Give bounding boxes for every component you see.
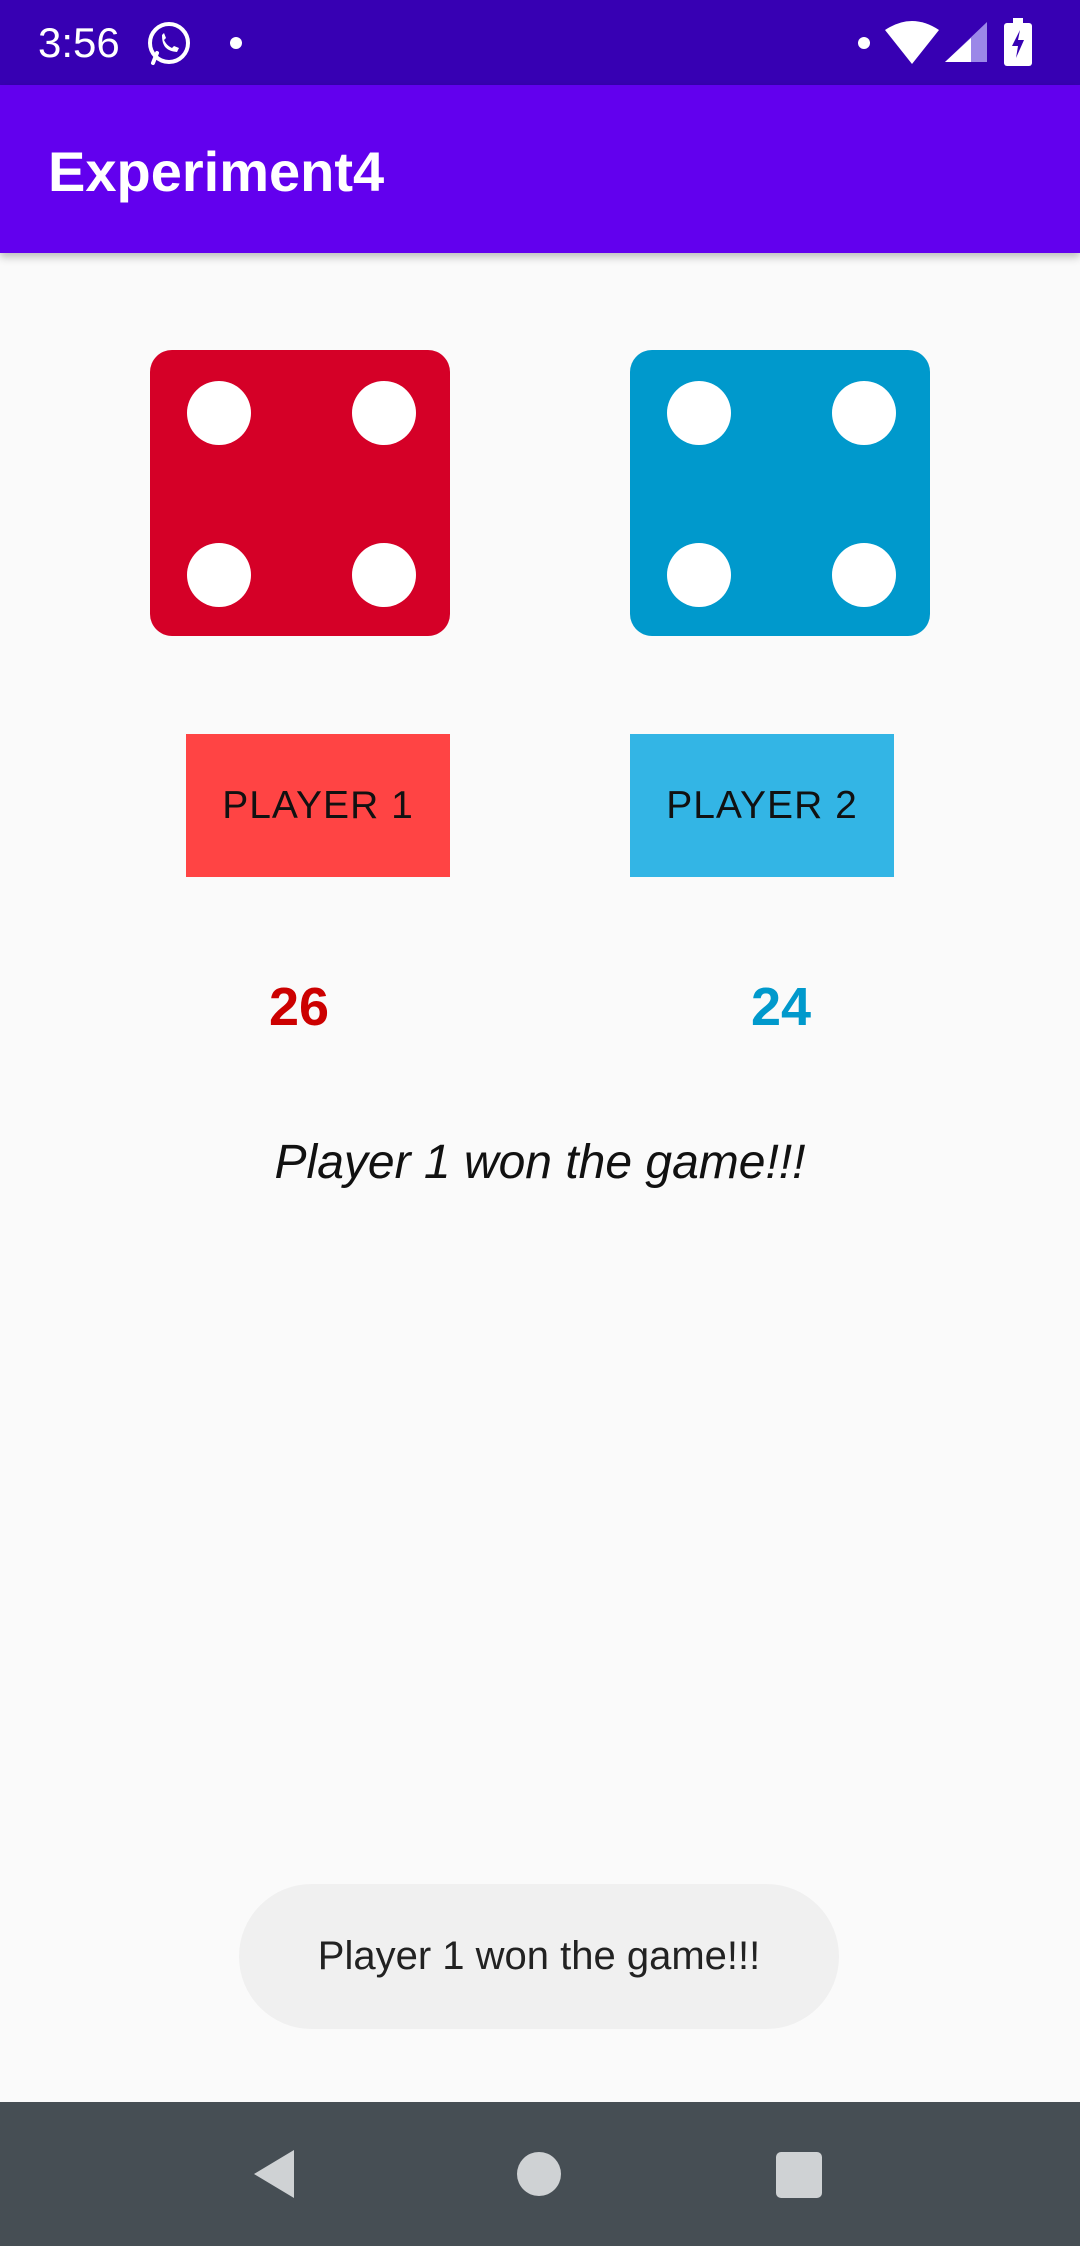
navigation-bar [0,2102,1080,2246]
whatsapp-icon [148,22,190,65]
player2-roll-button[interactable]: PLAYER 2 [630,734,894,877]
die-pip [832,381,896,445]
app-bar: Experiment4 [0,85,1080,253]
wifi-icon [885,21,939,64]
status-bar: 3:56 [0,0,1080,85]
player2-score: 24 [750,977,812,1037]
app-title: Experiment4 [48,140,385,203]
toast-message: Player 1 won the game!!! [317,1934,761,1978]
player1-score: 26 [268,977,330,1037]
battery-charging-icon [1004,18,1032,66]
recents-icon[interactable] [776,2152,822,2198]
back-icon[interactable] [250,2148,300,2200]
die-pip [187,543,251,607]
die-pip [667,543,731,607]
home-icon[interactable] [517,2152,561,2196]
cell-signal-icon [945,22,987,62]
player1-die [150,350,450,636]
die-pip [667,381,731,445]
die-pip [832,543,896,607]
status-time: 3:56 [38,19,120,66]
die-pip [187,381,251,445]
toast: Player 1 won the game!!! [239,1884,839,2029]
notification-dot-icon [230,37,242,49]
result-message: Player 1 won the game!!! [274,1136,806,1189]
die-pip [352,543,416,607]
player2-die [630,350,930,636]
notification-dot-icon [858,37,870,49]
die-pip [352,381,416,445]
player1-roll-button[interactable]: PLAYER 1 [186,734,450,877]
